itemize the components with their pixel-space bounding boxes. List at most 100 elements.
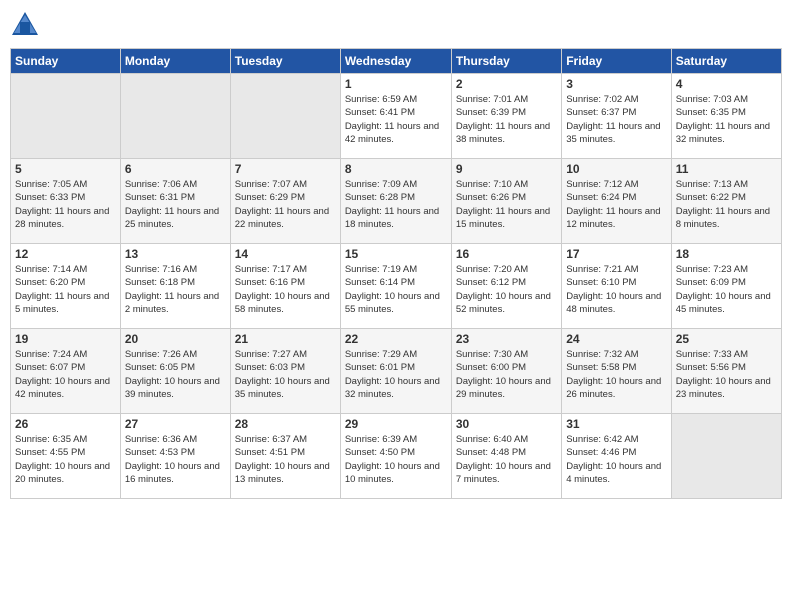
calendar-cell: 25Sunrise: 7:33 AM Sunset: 5:56 PM Dayli… xyxy=(671,329,781,414)
day-info: Sunrise: 7:20 AM Sunset: 6:12 PM Dayligh… xyxy=(456,263,557,316)
day-info: Sunrise: 7:26 AM Sunset: 6:05 PM Dayligh… xyxy=(125,348,226,401)
day-number: 1 xyxy=(345,77,447,91)
day-info: Sunrise: 7:01 AM Sunset: 6:39 PM Dayligh… xyxy=(456,93,557,146)
calendar-cell: 17 Sunrise: 7:21 AM Sunset: 6:10 PM Dayli… xyxy=(562,244,671,329)
day-info: Sunrise: 7:12 AM Sunset: 6:24 PM Dayligh… xyxy=(566,178,666,231)
logo-icon xyxy=(10,10,40,40)
calendar-cell: 26Sunrise: 6:35 AM Sunset: 4:55 PM Dayli… xyxy=(11,414,121,499)
calendar-cell xyxy=(11,74,121,159)
day-number: 23 xyxy=(456,332,557,346)
day-info: Sunrise: 6:39 AM Sunset: 4:50 PM Dayligh… xyxy=(345,433,447,486)
weekday-header-sunday: Sunday xyxy=(11,49,121,74)
calendar-cell: 21 Sunrise: 7:27 AM Sunset: 6:03 PM Dayli… xyxy=(230,329,340,414)
day-info: Sunrise: 7:07 AM Sunset: 6:29 PM Dayligh… xyxy=(235,178,336,231)
day-info: Sunrise: 7:09 AM Sunset: 6:28 PM Dayligh… xyxy=(345,178,447,231)
day-number: 19 xyxy=(15,332,116,346)
day-number: 5 xyxy=(15,162,116,176)
weekday-header-thursday: Thursday xyxy=(451,49,561,74)
day-number: 16 xyxy=(456,247,557,261)
day-info: Sunrise: 7:24 AM Sunset: 6:07 PM Dayligh… xyxy=(15,348,116,401)
day-info: Sunrise: 7:10 AM Sunset: 6:26 PM Dayligh… xyxy=(456,178,557,231)
day-number: 25 xyxy=(676,332,777,346)
day-info: Sunrise: 6:37 AM Sunset: 4:51 PM Dayligh… xyxy=(235,433,336,486)
day-info: Sunrise: 7:17 AM Sunset: 6:16 PM Dayligh… xyxy=(235,263,336,316)
calendar-cell: 5 Sunrise: 7:05 AM Sunset: 6:33 PM Daylig… xyxy=(11,159,121,244)
calendar-cell: 31 Sunrise: 6:42 AM Sunset: 4:46 PM Dayli… xyxy=(562,414,671,499)
weekday-header-wednesday: Wednesday xyxy=(340,49,451,74)
calendar-page: SundayMondayTuesdayWednesdayThursdayFrid… xyxy=(0,0,792,509)
day-info: Sunrise: 7:13 AM Sunset: 6:22 PM Dayligh… xyxy=(676,178,777,231)
day-info: Sunrise: 7:16 AM Sunset: 6:18 PM Dayligh… xyxy=(125,263,226,316)
calendar-cell: 4 Sunrise: 7:03 AM Sunset: 6:35 PM Daylig… xyxy=(671,74,781,159)
calendar-cell: 27Sunrise: 6:36 AM Sunset: 4:53 PM Dayli… xyxy=(120,414,230,499)
weekday-header-monday: Monday xyxy=(120,49,230,74)
week-row-2: 5 Sunrise: 7:05 AM Sunset: 6:33 PM Daylig… xyxy=(11,159,782,244)
day-info: Sunrise: 7:03 AM Sunset: 6:35 PM Dayligh… xyxy=(676,93,777,146)
day-number: 2 xyxy=(456,77,557,91)
day-number: 24 xyxy=(566,332,666,346)
week-row-3: 12Sunrise: 7:14 AM Sunset: 6:20 PM Dayli… xyxy=(11,244,782,329)
day-info: Sunrise: 6:36 AM Sunset: 4:53 PM Dayligh… xyxy=(125,433,226,486)
calendar-cell: 8Sunrise: 7:09 AM Sunset: 6:28 PM Daylig… xyxy=(340,159,451,244)
calendar-cell: 20 Sunrise: 7:26 AM Sunset: 6:05 PM Dayli… xyxy=(120,329,230,414)
day-number: 28 xyxy=(235,417,336,431)
day-info: Sunrise: 7:06 AM Sunset: 6:31 PM Dayligh… xyxy=(125,178,226,231)
calendar-cell: 3 Sunrise: 7:02 AM Sunset: 6:37 PM Daylig… xyxy=(562,74,671,159)
day-number: 10 xyxy=(566,162,666,176)
day-info: Sunrise: 7:02 AM Sunset: 6:37 PM Dayligh… xyxy=(566,93,666,146)
day-number: 4 xyxy=(676,77,777,91)
day-number: 14 xyxy=(235,247,336,261)
calendar-cell: 2 Sunrise: 7:01 AM Sunset: 6:39 PM Daylig… xyxy=(451,74,561,159)
logo xyxy=(10,10,44,40)
day-number: 17 xyxy=(566,247,666,261)
calendar-cell: 10 Sunrise: 7:12 AM Sunset: 6:24 PM Dayli… xyxy=(562,159,671,244)
day-info: Sunrise: 6:59 AM Sunset: 6:41 PM Dayligh… xyxy=(345,93,447,146)
calendar-cell: 24 Sunrise: 7:32 AM Sunset: 5:58 PM Dayli… xyxy=(562,329,671,414)
calendar-table: SundayMondayTuesdayWednesdayThursdayFrid… xyxy=(10,48,782,499)
calendar-cell: 9 Sunrise: 7:10 AM Sunset: 6:26 PM Daylig… xyxy=(451,159,561,244)
calendar-cell: 14 Sunrise: 7:17 AM Sunset: 6:16 PM Dayli… xyxy=(230,244,340,329)
day-number: 29 xyxy=(345,417,447,431)
calendar-cell xyxy=(671,414,781,499)
day-number: 18 xyxy=(676,247,777,261)
calendar-cell: 19 Sunrise: 7:24 AM Sunset: 6:07 PM Dayli… xyxy=(11,329,121,414)
day-number: 22 xyxy=(345,332,447,346)
calendar-cell: 22 Sunrise: 7:29 AM Sunset: 6:01 PM Dayli… xyxy=(340,329,451,414)
day-number: 31 xyxy=(566,417,666,431)
calendar-cell: 23 Sunrise: 7:30 AM Sunset: 6:00 PM Dayli… xyxy=(451,329,561,414)
calendar-cell: 15 Sunrise: 7:19 AM Sunset: 6:14 PM Dayli… xyxy=(340,244,451,329)
week-row-4: 19 Sunrise: 7:24 AM Sunset: 6:07 PM Dayli… xyxy=(11,329,782,414)
calendar-cell: 29 Sunrise: 6:39 AM Sunset: 4:50 PM Dayli… xyxy=(340,414,451,499)
day-info: Sunrise: 7:19 AM Sunset: 6:14 PM Dayligh… xyxy=(345,263,447,316)
day-info: Sunrise: 7:05 AM Sunset: 6:33 PM Dayligh… xyxy=(15,178,116,231)
day-info: Sunrise: 7:30 AM Sunset: 6:00 PM Dayligh… xyxy=(456,348,557,401)
calendar-cell: 28 Sunrise: 6:37 AM Sunset: 4:51 PM Dayli… xyxy=(230,414,340,499)
header xyxy=(10,10,782,40)
calendar-cell: 30 Sunrise: 6:40 AM Sunset: 4:48 PM Dayli… xyxy=(451,414,561,499)
calendar-cell xyxy=(230,74,340,159)
weekday-header-friday: Friday xyxy=(562,49,671,74)
day-number: 20 xyxy=(125,332,226,346)
day-number: 6 xyxy=(125,162,226,176)
day-number: 26 xyxy=(15,417,116,431)
day-number: 7 xyxy=(235,162,336,176)
day-number: 3 xyxy=(566,77,666,91)
day-number: 15 xyxy=(345,247,447,261)
day-info: Sunrise: 6:40 AM Sunset: 4:48 PM Dayligh… xyxy=(456,433,557,486)
calendar-cell: 11Sunrise: 7:13 AM Sunset: 6:22 PM Dayli… xyxy=(671,159,781,244)
day-number: 9 xyxy=(456,162,557,176)
calendar-cell: 1 Sunrise: 6:59 AM Sunset: 6:41 PM Daylig… xyxy=(340,74,451,159)
day-info: Sunrise: 7:21 AM Sunset: 6:10 PM Dayligh… xyxy=(566,263,666,316)
day-number: 13 xyxy=(125,247,226,261)
day-number: 30 xyxy=(456,417,557,431)
day-info: Sunrise: 6:42 AM Sunset: 4:46 PM Dayligh… xyxy=(566,433,666,486)
day-info: Sunrise: 7:23 AM Sunset: 6:09 PM Dayligh… xyxy=(676,263,777,316)
calendar-cell: 7 Sunrise: 7:07 AM Sunset: 6:29 PM Daylig… xyxy=(230,159,340,244)
day-info: Sunrise: 7:32 AM Sunset: 5:58 PM Dayligh… xyxy=(566,348,666,401)
day-number: 21 xyxy=(235,332,336,346)
day-info: Sunrise: 7:27 AM Sunset: 6:03 PM Dayligh… xyxy=(235,348,336,401)
calendar-cell: 6 Sunrise: 7:06 AM Sunset: 6:31 PM Daylig… xyxy=(120,159,230,244)
day-info: Sunrise: 7:29 AM Sunset: 6:01 PM Dayligh… xyxy=(345,348,447,401)
calendar-cell: 16 Sunrise: 7:20 AM Sunset: 6:12 PM Dayli… xyxy=(451,244,561,329)
weekday-header-row: SundayMondayTuesdayWednesdayThursdayFrid… xyxy=(11,49,782,74)
